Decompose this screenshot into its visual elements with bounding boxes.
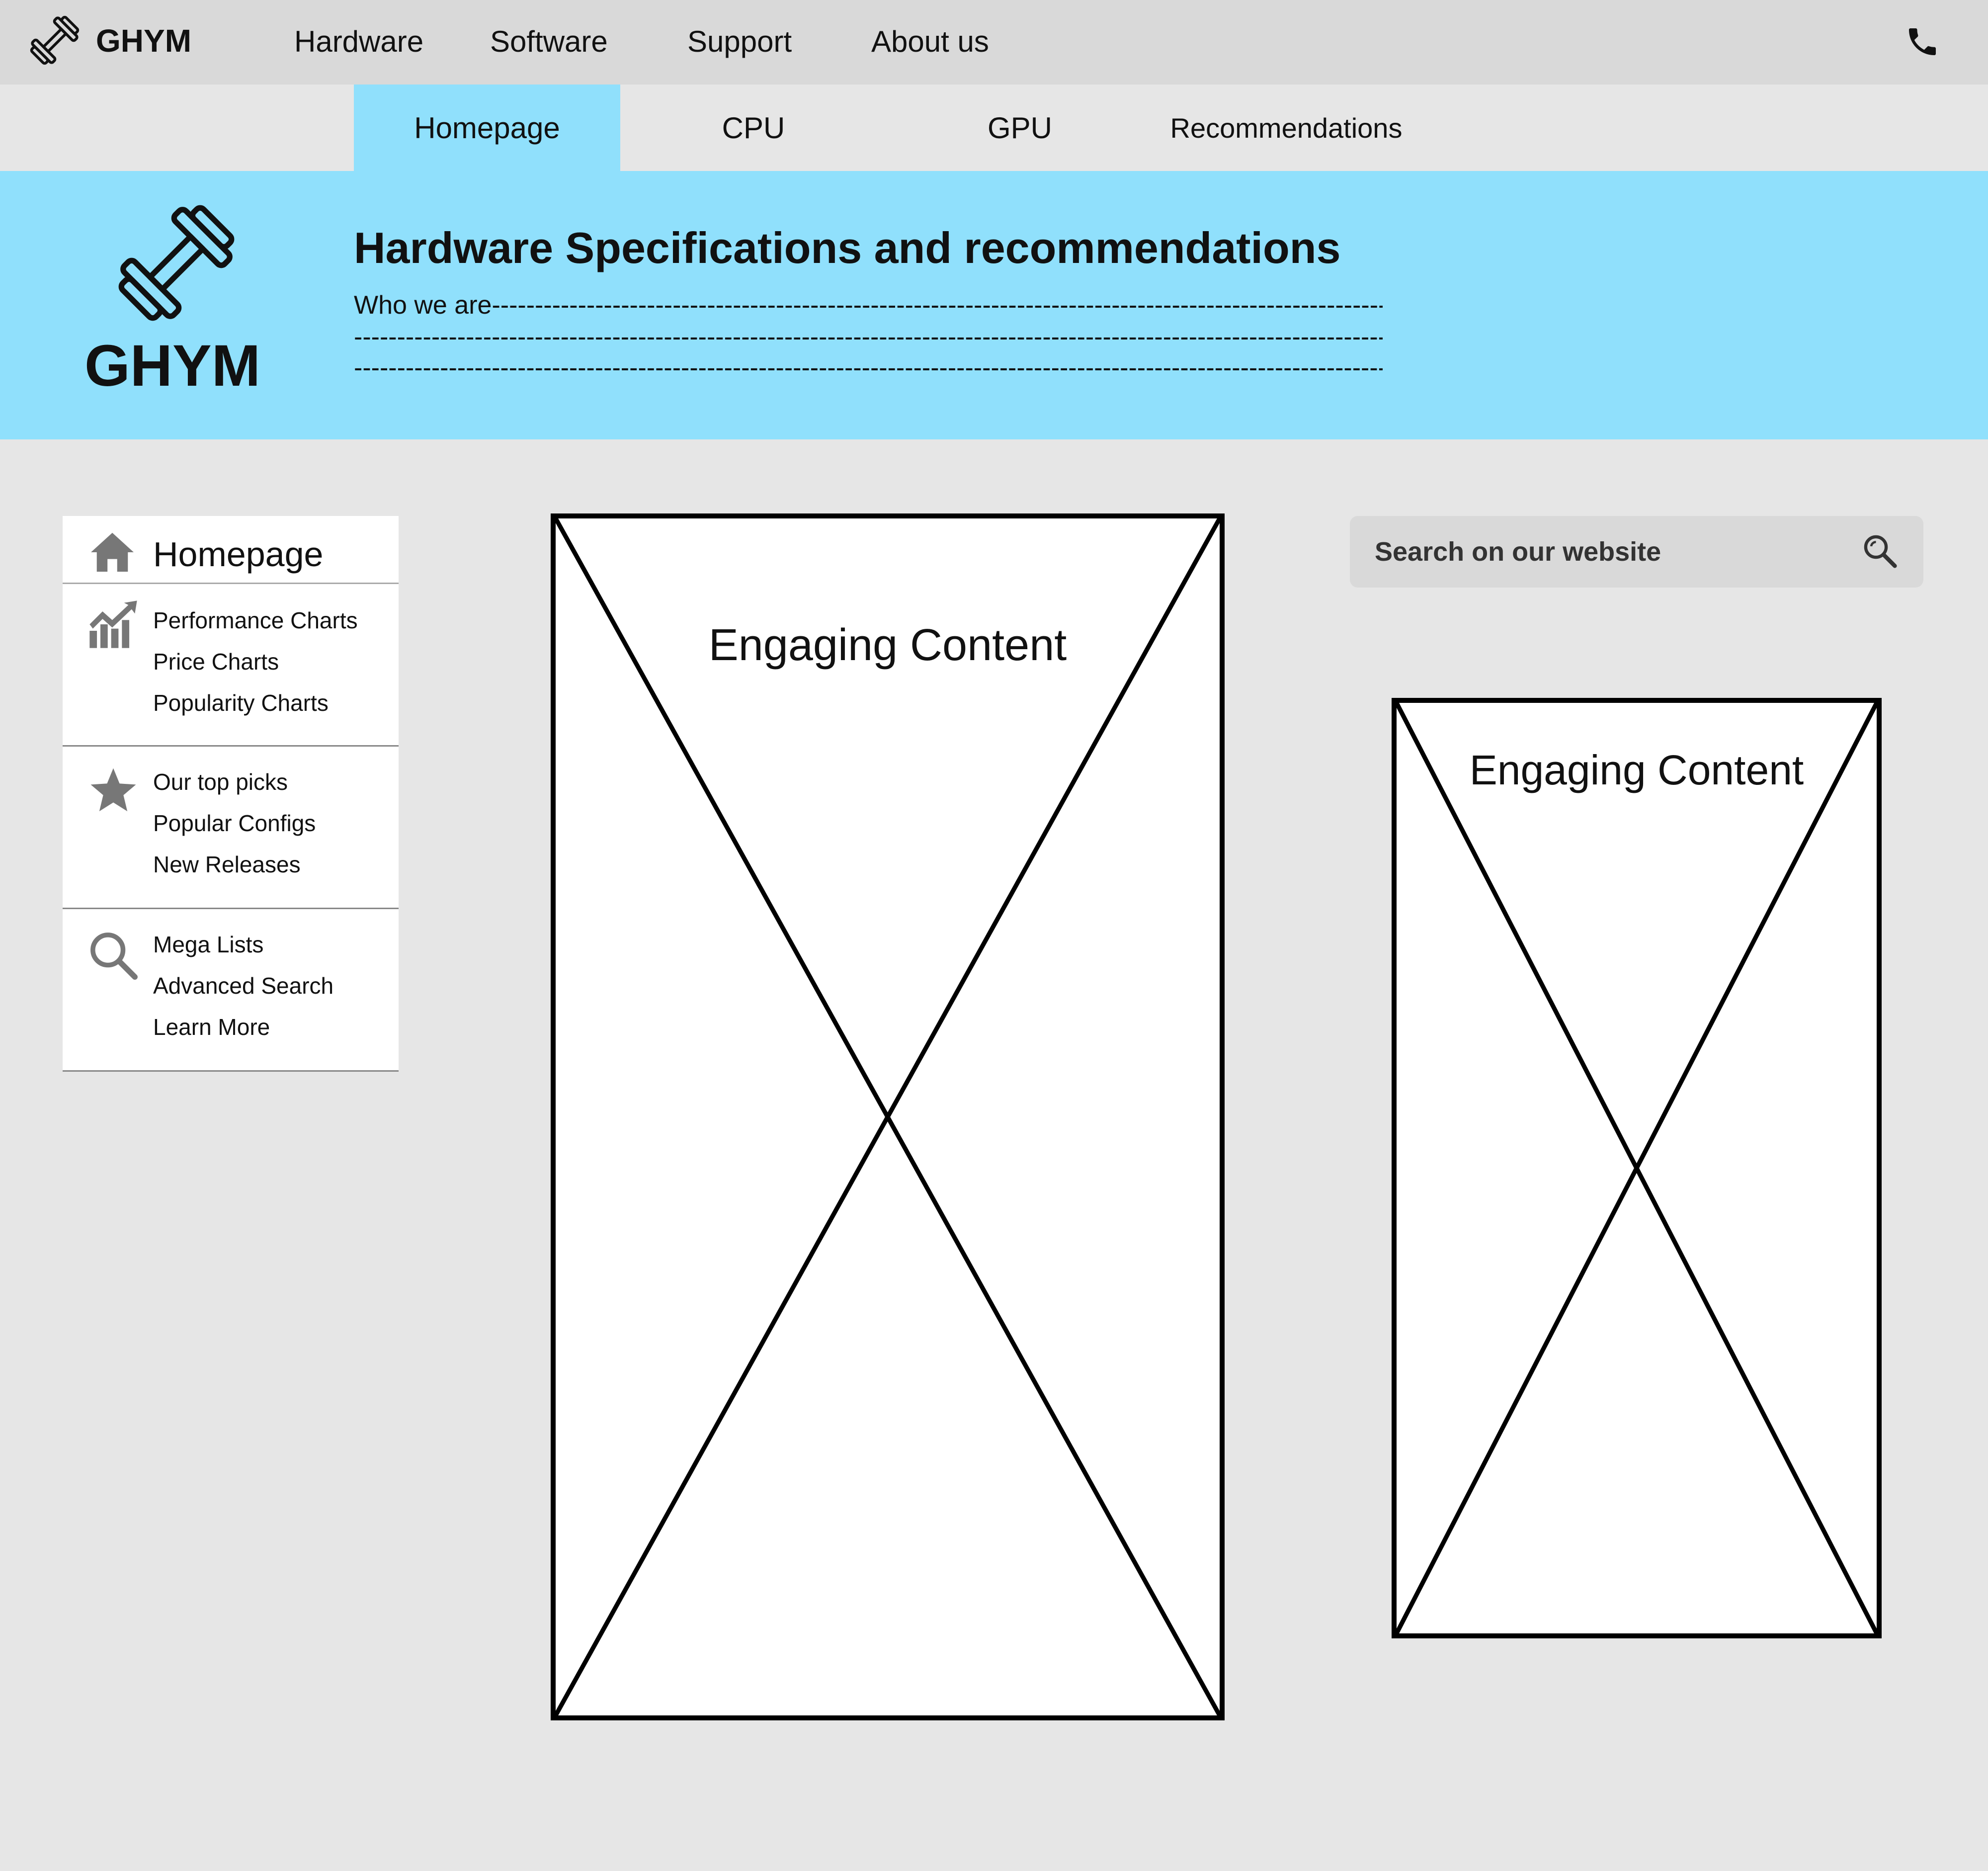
tab-homepage[interactable]: Homepage (354, 85, 620, 171)
menu-group-picks: Our top picks Popular Configs New Releas… (63, 745, 399, 909)
star-icon (90, 768, 136, 812)
tab-recommendations[interactable]: Recommendations (1153, 85, 1419, 171)
hero-text-line: ----------------------------------------… (354, 353, 1383, 382)
main-content-label: Engaging Content (708, 620, 1067, 670)
placeholder-cross (556, 518, 1220, 1715)
menu-learn-more[interactable]: Learn More (153, 1012, 270, 1042)
menu-advanced-search[interactable]: Advanced Search (153, 971, 333, 1001)
hero-text-line: ----------------------------------------… (354, 323, 1383, 351)
menu-mega-lists[interactable]: Mega Lists (153, 930, 263, 959)
side-content-label: Engaging Content (1469, 747, 1804, 793)
nav-about-us[interactable]: About us (871, 22, 989, 62)
side-menu: Homepage Performance Charts Price Charts… (63, 516, 399, 1072)
search-bar[interactable]: Search on our website (1350, 516, 1923, 588)
menu-new-releases[interactable]: New Releases (153, 850, 301, 879)
side-menu-header[interactable]: Homepage (63, 516, 399, 584)
tab-gpu[interactable]: GPU (887, 85, 1153, 171)
dumbbell-icon (118, 205, 235, 321)
placeholder-cross (1397, 703, 1877, 1633)
menu-price-charts[interactable]: Price Charts (153, 647, 279, 677)
nav-software[interactable]: Software (490, 22, 608, 62)
menu-group-charts: Performance Charts Price Charts Populari… (63, 583, 399, 747)
menu-popularity-charts[interactable]: Popularity Charts (153, 688, 329, 718)
search-icon[interactable] (1862, 533, 1900, 571)
search-input[interactable]: Search on our website (1375, 533, 1661, 570)
tab-cpu[interactable]: CPU (620, 85, 887, 171)
hero-text-line: Who we are------------------------------… (354, 291, 1383, 320)
home-icon (91, 532, 134, 572)
top-navbar: GHYM Hardware Software Support About us (0, 0, 1988, 85)
main-content-placeholder[interactable]: Engaging Content (551, 513, 1225, 1720)
side-menu-homepage[interactable]: Homepage (153, 532, 323, 577)
brand-name[interactable]: GHYM (96, 21, 191, 61)
menu-popular-configs[interactable]: Popular Configs (153, 808, 316, 838)
dumbbell-icon[interactable] (27, 13, 82, 68)
hero-banner: GHYM Hardware Specifications and recomme… (0, 171, 1988, 439)
side-content-placeholder[interactable]: Engaging Content (1392, 698, 1882, 1638)
chart-icon (89, 600, 137, 648)
hero-brand-name: GHYM (84, 333, 260, 399)
sub-tabs: Homepage CPU GPU Recommendations (0, 85, 1988, 171)
page-title: Hardware Specifications and recommendati… (354, 223, 1341, 272)
menu-performance-charts[interactable]: Performance Charts (153, 605, 358, 635)
nav-hardware[interactable]: Hardware (294, 22, 423, 62)
menu-our-top-picks[interactable]: Our top picks (153, 767, 288, 797)
phone-icon[interactable] (1905, 24, 1940, 60)
search-icon (90, 933, 138, 980)
nav-support[interactable]: Support (687, 22, 792, 62)
menu-group-search: Mega Lists Advanced Search Learn More (63, 908, 399, 1072)
